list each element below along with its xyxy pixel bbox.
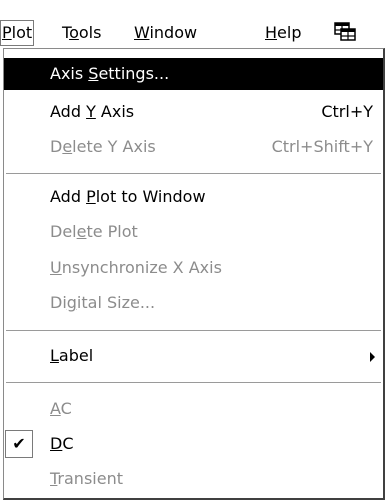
label-post: ital Size...: [76, 293, 156, 312]
label-post: Axis: [95, 102, 135, 121]
label-pre: Del: [50, 222, 77, 241]
menu-help-text-post: elp: [277, 23, 302, 42]
label-mnemonic: A: [50, 399, 61, 418]
label-post: nsynchronize X Axis: [61, 258, 222, 277]
label-pre: Add: [50, 102, 87, 121]
menu-separator: [6, 330, 381, 332]
label-mnemonic: D: [50, 434, 63, 453]
label-mnemonic: S: [88, 64, 99, 83]
menu-window-text-post: indow: [149, 23, 198, 42]
menu-separator: [6, 173, 381, 175]
checkmark-icon: ✔: [5, 430, 33, 458]
menu-item-add-y-axis[interactable]: Add Y Axis Ctrl+Y: [4, 96, 383, 128]
submenu-arrow-icon: [370, 352, 375, 362]
label-pre: D: [50, 137, 63, 156]
label-mnemonic: g: [66, 293, 77, 312]
menu-item-digital-size: Digital Size...: [4, 287, 383, 319]
label-pre: Add: [50, 187, 87, 206]
menu-item-axis-settings[interactable]: Axis Settings...: [4, 58, 383, 90]
menu-tools-text-post: ols: [78, 23, 102, 42]
menu-item-label: Label: [50, 340, 93, 372]
label-post: lot to Window: [95, 187, 206, 206]
menu-item-delete-y-axis: Delete Y Axis Ctrl+Shift+Y: [4, 131, 383, 163]
menu-item-label: AC: [50, 393, 72, 425]
label-mnemonic: P: [86, 187, 96, 206]
label-post: abel: [58, 346, 94, 365]
menu-separator: [6, 382, 381, 384]
menu-item-label: Transient: [50, 463, 123, 495]
menu-item-label: DC: [50, 428, 74, 460]
menu-item-label: Delete Plot: [50, 216, 138, 248]
shortcut-label: Ctrl+Shift+Y: [271, 137, 373, 156]
plot-dropdown-menu: Axis Settings... Add Y Axis Ctrl+Y Delet…: [3, 48, 385, 500]
menu-item-label: Delete Y Axis: [50, 131, 156, 163]
label-post: te Plot: [86, 222, 138, 241]
menu-item-delete-plot: Delete Plot: [4, 216, 383, 248]
menu-tools[interactable]: Tools: [62, 22, 101, 44]
menu-window[interactable]: Window: [134, 22, 197, 44]
menu-item-ac: AC: [4, 393, 383, 425]
menu-window-mnemonic: W: [134, 23, 150, 42]
menu-item-label: Add Plot to Window: [50, 181, 206, 213]
menu-item-label: Axis Settings...: [50, 58, 169, 90]
label-pre: Di: [50, 293, 67, 312]
menu-item-unsynchronize-x-axis: Unsynchronize X Axis: [4, 252, 383, 284]
menu-item-label: Digital Size...: [50, 287, 155, 319]
label-mnemonic: Y: [86, 102, 96, 121]
window-grid-icon[interactable]: [334, 21, 356, 41]
menu-plot-text-post: lot: [11, 23, 33, 42]
menu-item-dc[interactable]: ✔ DC: [4, 428, 383, 460]
label-post: C: [60, 399, 72, 418]
menu-item-add-plot-to-window[interactable]: Add Plot to Window: [4, 181, 383, 213]
menu-bar: Plot Tools Window Help: [0, 0, 392, 46]
menu-item-label-submenu[interactable]: Label: [4, 340, 383, 372]
menu-plot-mnemonic: P: [2, 23, 12, 42]
menu-help[interactable]: Help: [265, 22, 301, 44]
menu-plot[interactable]: Plot: [0, 20, 35, 46]
menu-item-label: Unsynchronize X Axis: [50, 252, 222, 284]
label-post: ransient: [57, 469, 123, 488]
label-mnemonic: e: [62, 137, 73, 156]
label-mnemonic: L: [50, 346, 59, 365]
menu-tools-mnemonic: o: [69, 23, 79, 42]
label-post: lete Y Axis: [72, 137, 156, 156]
menu-item-label: Add Y Axis: [50, 96, 134, 128]
menu-item-transient: Transient: [4, 463, 383, 495]
label-mnemonic: e: [76, 222, 87, 241]
label-mnemonic: U: [50, 258, 62, 277]
menu-help-mnemonic: H: [265, 23, 278, 42]
label-pre: Axis: [50, 64, 89, 83]
label-post: ettings...: [98, 64, 170, 83]
menu-tools-text-pre: T: [62, 23, 70, 42]
label-post: C: [62, 434, 74, 453]
shortcut-label: Ctrl+Y: [321, 102, 373, 121]
